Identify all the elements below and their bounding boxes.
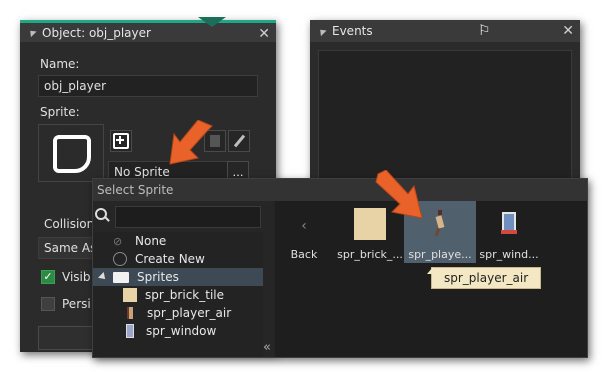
close-icon[interactable]: ✕ — [562, 23, 574, 39]
tree-item-spr-brick-tile[interactable]: spr_brick_tile — [93, 286, 263, 304]
tree-item-label: spr_brick_tile — [145, 288, 224, 302]
tree-item-label: Create New — [135, 252, 205, 266]
pencil-icon — [233, 134, 245, 148]
tree-item-label: Sprites — [137, 270, 179, 284]
player-air-thumb — [434, 208, 445, 240]
tree-item-sprites-folder[interactable]: Sprites — [93, 268, 263, 286]
bottom-button[interactable] — [38, 326, 98, 350]
select-sprite-title: Select Sprite — [97, 183, 174, 197]
tree-item-label: None — [135, 234, 167, 248]
visible-label: Visib — [62, 270, 91, 284]
collapse-arrow-icon[interactable] — [27, 27, 37, 38]
tree-item-create-new[interactable]: Create New — [93, 250, 263, 268]
name-field[interactable]: obj_player — [38, 75, 258, 97]
titlebar-notch — [198, 17, 226, 27]
events-window-title: Events — [332, 24, 373, 38]
name-label: Name: — [40, 57, 80, 71]
window-thumb — [126, 324, 134, 338]
folder-icon — [113, 271, 129, 283]
window-thumb — [501, 208, 517, 240]
tree-item-label: spr_player_air — [147, 306, 232, 320]
back-icon: ‹ — [301, 218, 307, 234]
asset-label: spr_brick_... — [337, 248, 403, 261]
asset-label: spr_wind... — [479, 248, 539, 261]
tooltip: spr_player_air — [431, 267, 542, 289]
tree-item-spr-window[interactable]: spr_window — [93, 322, 263, 340]
edit-sprite-button[interactable] — [228, 130, 250, 152]
visible-checkbox[interactable]: ✓ — [41, 270, 55, 284]
tooltip-pointer — [427, 267, 433, 274]
object-window-titlebar[interactable]: Object: obj_player ✕ — [20, 20, 276, 42]
sprite-preview-frame — [38, 124, 104, 182]
new-sprite-icon — [113, 133, 129, 149]
collision-select[interactable]: Same As — [38, 237, 98, 259]
persistent-checkbox[interactable] — [41, 297, 55, 311]
flag-icon[interactable]: ⚐ — [478, 23, 491, 39]
asset-spr-window[interactable]: spr_wind... — [473, 201, 545, 263]
asset-grid: ‹ Back spr_brick_... spr_playe... spr_wi… — [275, 201, 587, 357]
sprite-placeholder-icon[interactable] — [53, 135, 91, 173]
tree-item-none[interactable]: ⊘ None — [93, 232, 263, 250]
asset-label: spr_playe... — [408, 248, 472, 261]
tooltip-text: spr_player_air — [444, 271, 529, 285]
select-sprite-popup: Select Sprite ⊘ None Create New Sprites … — [92, 178, 588, 358]
sprite-label: Sprite: — [40, 105, 80, 119]
tree-item-spr-player-air[interactable]: spr_player_air — [93, 304, 263, 322]
brick-tile-thumb — [123, 288, 137, 302]
close-icon[interactable]: ✕ — [258, 26, 270, 42]
asset-back[interactable]: ‹ Back — [268, 201, 340, 263]
collapse-pane-button[interactable]: « — [263, 340, 271, 355]
persistent-label: Persi — [62, 297, 91, 311]
collapse-arrow-icon[interactable] — [317, 26, 327, 36]
select-sprite-header: Select Sprite — [93, 179, 587, 201]
tree-list: ⊘ None Create New Sprites spr_brick_tile… — [93, 232, 271, 357]
annotation-arrow-1 — [169, 120, 213, 165]
none-icon: ⊘ — [113, 234, 123, 248]
object-window-title: Object: obj_player — [42, 25, 151, 40]
asset-label: Back — [290, 248, 318, 261]
collision-label: Collision — [44, 217, 95, 231]
annotation-arrow-2 — [375, 170, 423, 219]
create-new-icon — [113, 252, 127, 266]
new-sprite-button[interactable] — [110, 130, 132, 152]
tree-pane: ⊘ None Create New Sprites spr_brick_tile… — [93, 201, 273, 357]
player-air-thumb — [127, 307, 133, 319]
expand-arrow-icon[interactable] — [98, 272, 108, 282]
tree-item-label: spr_window — [146, 324, 217, 338]
events-window: Events ⚐ ✕ — [310, 20, 580, 200]
search-input[interactable] — [115, 206, 261, 228]
search-icon-handle — [104, 216, 110, 222]
events-window-titlebar[interactable]: Events ⚐ ✕ — [310, 20, 580, 42]
